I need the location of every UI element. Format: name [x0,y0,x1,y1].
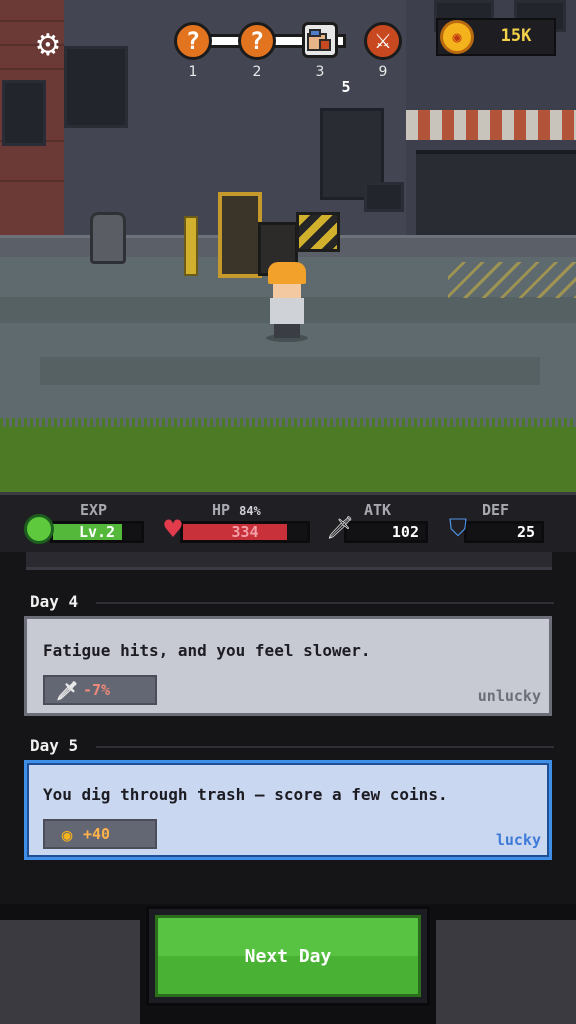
log-scroll-edge [26,552,552,570]
hp-bar: 334 [180,521,310,543]
def-value: 25 [516,523,535,541]
stage-number: 9 [378,64,388,80]
stage-number: 2 [252,64,262,80]
day-heading: Day 4 [30,592,79,611]
hp-label-text: HP [212,501,231,519]
unlucky-tag: unlucky [477,687,541,705]
effect-value: -7% [83,681,111,699]
question-icon: ? [249,27,265,55]
shield-icon: ⛉ [449,514,467,542]
event-log[interactable]: Day 4 Fatigue hits, and you feel slower.… [0,552,576,904]
current-day-number: 5 [341,78,351,96]
game-scene [0,0,576,492]
stage-2-question-icon[interactable]: ? [238,22,276,60]
coin-icon: ◉ [440,20,474,54]
atk-value: 102 [391,523,419,541]
trash-can [90,212,126,264]
hp-percent: 84% [239,504,261,518]
sword-icon: 🗡 [55,680,79,702]
event-text: You dig through trash — score a few coin… [43,785,448,804]
coin-amount: 15K [500,26,532,46]
footer-panel-right [436,920,576,1024]
effect-chip: 🗡 -7% [43,675,157,705]
stage-1-question-icon[interactable]: ? [174,22,212,60]
hazard-barrier [296,212,340,252]
sword-icon: 🗡 [326,516,354,541]
atk-box: 102 [344,521,428,543]
location-building-icon [307,29,331,51]
def-label: DEF [482,501,510,519]
road-markings [448,262,576,298]
coin-icon: ◉ [61,824,73,846]
exp-label: EXP [80,501,108,519]
footer-panel-left [0,920,140,1024]
next-day-button-frame: Next Day [146,906,430,1006]
question-icon: ? [185,27,201,55]
stage-number: 3 [315,64,325,80]
lucky-tag: lucky [495,831,541,849]
stage-9-sword-icon[interactable]: ⚔ [364,22,402,60]
effect-value: +40 [83,825,111,843]
gear-icon[interactable]: ⚙ [30,28,66,64]
current-location-icon[interactable] [302,22,338,58]
grass [0,427,576,492]
shop-awning [406,110,576,140]
player-character [262,262,312,342]
level-text: Lv.2 [78,523,116,541]
event-card-lucky: You dig through trash — score a few coin… [24,760,552,860]
stage-number: 1 [188,64,198,80]
hp-value: 334 [231,523,259,541]
stats-bar: EXP Lv.2 HP 84% 334 ATK 102 DEF 25 [0,492,576,552]
exp-orb-icon [24,514,54,544]
def-box: 25 [464,521,544,543]
next-day-button[interactable]: Next Day [155,915,421,997]
atk-label: ATK [364,501,392,519]
heart-icon: ♥ [162,515,184,543]
day-heading: Day 5 [30,736,79,755]
shop-front [416,150,576,235]
exp-bar: Lv.2 [50,521,144,543]
divider [96,602,554,604]
hp-label: HP 84% [212,501,261,519]
event-card-unlucky: Fatigue hits, and you feel slower. 🗡 -7%… [24,616,552,716]
crate-stack [218,192,262,278]
yellow-post [184,216,198,276]
sword-icon: ⚔ [374,29,392,53]
divider [96,746,554,748]
effect-chip: ◉ +40 [43,819,157,849]
event-text: Fatigue hits, and you feel slower. [43,641,371,660]
